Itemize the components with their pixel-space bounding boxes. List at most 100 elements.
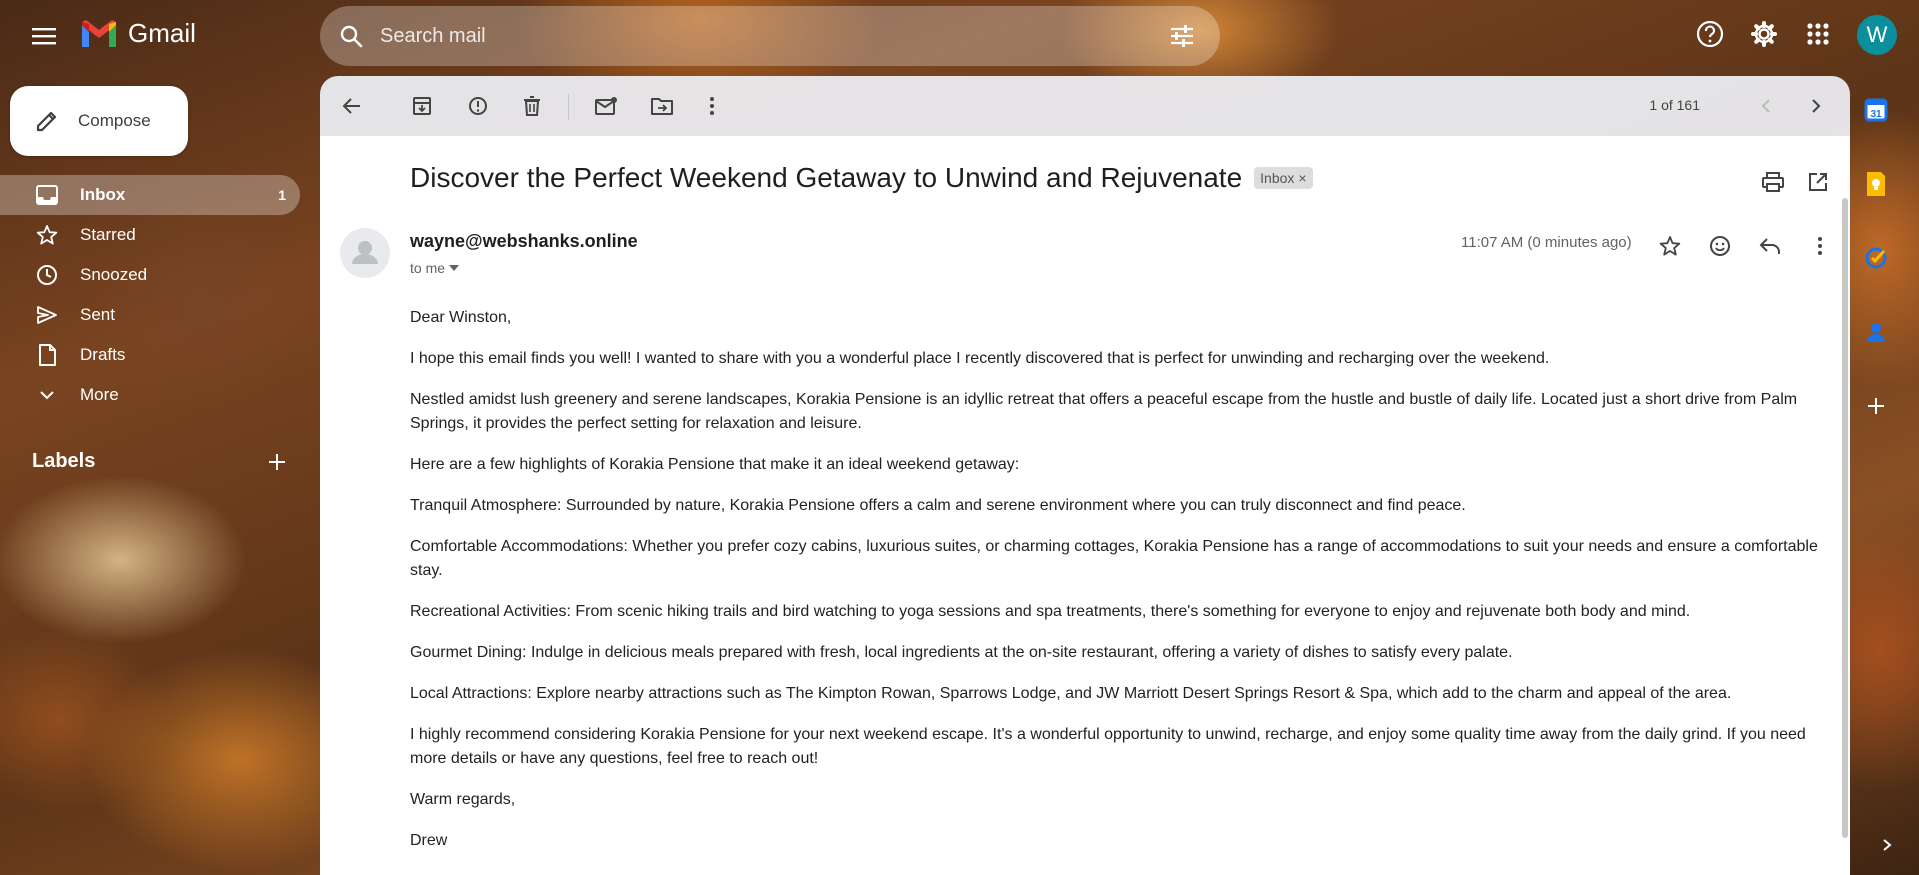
mail-unread-icon (595, 97, 617, 115)
body-paragraph: I highly recommend considering Korakia P… (410, 726, 1806, 767)
search-button[interactable] (336, 21, 366, 51)
star-icon (32, 224, 62, 246)
older-button[interactable] (1796, 86, 1836, 126)
recipient-label: to me (410, 260, 446, 276)
delete-button[interactable] (512, 86, 552, 126)
sidebar-item-label: Snoozed (80, 265, 148, 284)
sidebar-item-label: Inbox (80, 185, 126, 204)
apps-grid-icon (1807, 23, 1829, 45)
labels-heading: Labels (32, 450, 292, 473)
settings-button[interactable] (1744, 14, 1784, 54)
star-icon (1659, 236, 1681, 256)
contacts-icon (1867, 323, 1885, 342)
smiley-icon (1710, 236, 1730, 256)
recipient-details[interactable]: to me (410, 260, 460, 276)
svg-text:31: 31 (1870, 109, 1882, 120)
body-paragraph: Tranquil Atmosphere: Surrounded by natur… (410, 497, 1466, 514)
caret-down-icon (449, 265, 460, 271)
remove-label-icon[interactable]: × (1298, 170, 1306, 186)
report-spam-button[interactable] (458, 86, 498, 126)
side-panel: 31 (1856, 90, 1916, 460)
sender-avatar[interactable] (340, 228, 390, 278)
message-toolbar: 1 of 161 (320, 76, 1850, 136)
keep-app-button[interactable] (1856, 164, 1896, 204)
back-button[interactable] (332, 86, 372, 126)
search-options-button[interactable] (1162, 16, 1202, 56)
gear-icon (1751, 21, 1777, 47)
account-avatar[interactable]: W (1857, 15, 1897, 55)
body-paragraph: Recreational Activities: From scenic hik… (410, 603, 1691, 620)
body-paragraph: Dear Winston, (410, 309, 512, 326)
email-subject: Discover the Perfect Weekend Getaway to … (410, 162, 1243, 193)
app-name: Gmail (128, 18, 196, 48)
mark-unread-button[interactable] (586, 86, 626, 126)
body-paragraph: I hope this email finds you well! I want… (410, 350, 1550, 367)
top-bar: Gmail W (0, 0, 1919, 70)
emoji-reaction-button[interactable] (1700, 226, 1740, 266)
more-actions-button[interactable] (692, 86, 732, 126)
sidebar-item-label: Sent (80, 305, 115, 324)
chevron-right-icon (1883, 839, 1892, 851)
sidebar-item-label: More (80, 385, 119, 404)
sender-email[interactable]: wayne@webshanks.online (410, 231, 638, 252)
body-paragraph: Comfortable Accommodations: Whether you … (410, 538, 1818, 579)
report-icon (469, 97, 487, 115)
sidebar-item-drafts[interactable]: Drafts (0, 335, 300, 375)
support-button[interactable] (1690, 14, 1730, 54)
move-to-button[interactable] (642, 86, 682, 126)
print-button[interactable] (1755, 164, 1791, 200)
avatar-initial: W (1866, 22, 1888, 47)
chevron-down-icon (32, 390, 62, 400)
email-subject-row: Discover the Perfect Weekend Getaway to … (410, 162, 1313, 194)
chevron-right-icon (1812, 99, 1821, 113)
body-paragraph: Here are a few highlights of Korakia Pen… (410, 456, 1020, 473)
show-side-panel-button[interactable] (1872, 830, 1902, 860)
email-body: Dear Winston, I hope this email finds yo… (410, 306, 1830, 870)
pagination-count: 1 of 161 (1649, 97, 1700, 113)
archive-button[interactable] (402, 86, 442, 126)
top-right-icons (1690, 14, 1838, 54)
contacts-app-button[interactable] (1856, 312, 1896, 352)
compose-button[interactable]: Compose (10, 86, 188, 156)
message-more-button[interactable] (1800, 226, 1840, 266)
send-icon (32, 305, 62, 325)
tasks-icon (1865, 247, 1887, 269)
open-new-window-button[interactable] (1800, 164, 1836, 200)
keep-icon (1867, 172, 1885, 196)
create-label-button[interactable] (262, 447, 292, 477)
archive-icon (413, 97, 431, 115)
sidebar-item-starred[interactable]: Starred (0, 215, 300, 255)
unread-count: 1 (278, 187, 286, 203)
label-chip: Inbox × (1254, 167, 1313, 189)
inbox-icon (32, 185, 62, 205)
sidebar-item-label: Starred (80, 225, 136, 244)
calendar-app-button[interactable]: 31 (1856, 90, 1896, 130)
labels-title: Labels (32, 450, 96, 472)
search-icon (340, 25, 363, 48)
sidebar-item-inbox[interactable]: Inbox 1 (0, 175, 300, 215)
plus-icon (269, 453, 285, 470)
arrow-left-icon (342, 98, 360, 114)
chevron-left-icon (1761, 99, 1770, 113)
sidebar-item-more[interactable]: More (0, 375, 300, 415)
body-paragraph: Warm regards, (410, 791, 516, 808)
tasks-app-button[interactable] (1856, 238, 1896, 278)
more-vert-icon (710, 97, 714, 115)
gmail-logo[interactable]: Gmail (80, 18, 196, 49)
help-icon (1696, 20, 1724, 48)
scrollbar[interactable] (1842, 198, 1848, 838)
star-button[interactable] (1650, 226, 1690, 266)
add-addon-button[interactable] (1856, 386, 1896, 426)
person-icon (352, 241, 378, 264)
reply-button[interactable] (1750, 226, 1790, 266)
apps-button[interactable] (1798, 14, 1838, 54)
tune-icon (1171, 25, 1193, 47)
newer-button[interactable] (1746, 86, 1786, 126)
search-input[interactable] (380, 24, 1162, 48)
main-menu-button[interactable] (24, 18, 64, 54)
plus-icon (1868, 398, 1884, 414)
sidebar-item-snoozed[interactable]: Snoozed (0, 255, 300, 295)
body-paragraph: Drew (410, 832, 448, 849)
sidebar-nav: Inbox 1 Starred Snoozed Sent Drafts More (0, 175, 300, 415)
sidebar-item-sent[interactable]: Sent (0, 295, 300, 335)
